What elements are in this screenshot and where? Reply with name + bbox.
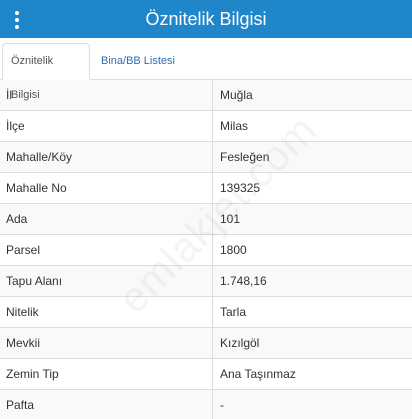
attribute-label: Mevkii [0,327,213,359]
attribute-value: Ana Taşınmaz [212,358,412,390]
table-row: Parsel 1800 [0,234,412,266]
attribute-label: Parsel [0,234,213,266]
table-row: Mevkii Kızılgöl [0,327,412,359]
attribute-value: 1.748,16 [212,265,412,297]
attribute-label: Ada [0,203,213,235]
table-row: İlçe Milas [0,110,412,142]
attribute-table: İl Muğla İlçe Milas Mahalle/Köy Fesleğen… [0,80,412,419]
tab-attribute-info[interactable]: Öznitelik Bilgisi [2,43,90,101]
attribute-value: 101 [212,203,412,235]
table-row: Pafta - [0,389,412,419]
vertical-ellipsis-menu-icon[interactable] [14,11,20,29]
table-row: Mahalle No 139325 [0,172,412,204]
attribute-label: Zemin Tip [0,358,213,390]
attribute-info-panel: Öznitelik Bilgisi Öznitelik Bilgisi Bina… [0,0,412,419]
attribute-label: Mahalle/Köy [0,141,213,173]
attribute-value: Milas [212,110,412,142]
page-title: Öznitelik Bilgisi [145,9,267,29]
attribute-label: İlçe [0,110,213,142]
table-row: Ada 101 [0,203,412,235]
attribute-value: 1800 [212,234,412,266]
attribute-value: Fesleğen [212,141,412,173]
attribute-label: Mahalle No [0,172,213,204]
table-row: Zemin Tip Ana Taşınmaz [0,358,412,390]
table-row: İl Muğla [0,80,412,111]
attribute-value: - [212,389,412,419]
attribute-label: Nitelik [0,296,213,328]
panel-header: Öznitelik Bilgisi [0,0,412,38]
attribute-label: Pafta [0,389,213,419]
tab-bar: Öznitelik Bilgisi Bina/BB Listesi [0,38,412,101]
attribute-label: Tapu Alanı [0,265,213,297]
table-row: Mahalle/Köy Fesleğen [0,141,412,173]
table-row: Tapu Alanı 1.748,16 [0,265,412,297]
attribute-value: Kızılgöl [212,327,412,359]
attribute-value: 139325 [212,172,412,204]
attribute-value: Tarla [212,296,412,328]
table-row: Nitelik Tarla [0,296,412,328]
tab-building-list[interactable]: Bina/BB Listesi [92,43,184,80]
attribute-value: Muğla [212,80,412,111]
